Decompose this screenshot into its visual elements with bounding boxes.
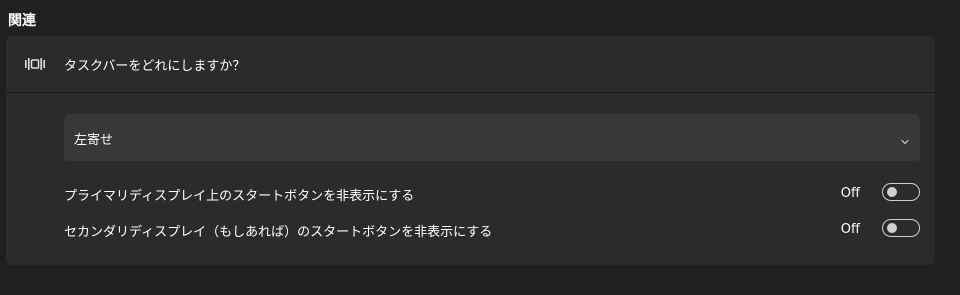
toggle-row-primary: プライマリディスプレイ上のスタートボタンを非表示にする Off — [64, 181, 920, 207]
alignment-dropdown[interactable]: 左寄せ — [64, 114, 920, 161]
card-header-label: タスクバーをどれにしますか？ — [64, 59, 246, 74]
chevron-down-icon — [900, 132, 910, 145]
toggle-state-secondary: Off — [840, 222, 860, 237]
toggle-knob — [887, 187, 897, 197]
hide-start-primary-toggle[interactable] — [882, 183, 920, 201]
toggle-row-secondary: セカンダリディスプレイ（もしあれば）のスタートボタンを非表示にする Off — [64, 217, 920, 243]
section-title: 関連 — [8, 13, 36, 29]
hide-start-secondary-toggle[interactable] — [882, 219, 920, 237]
dropdown-selected-value: 左寄せ — [74, 133, 114, 148]
toggle-label-secondary: セカンダリディスプレイ（もしあれば）のスタートボタンを非表示にする — [64, 225, 493, 240]
card-header[interactable]: タスクバーをどれにしますか？ — [6, 36, 935, 93]
taskbar-settings-card: タスクバーをどれにしますか？ 左寄せ プライマリディスプレイ上のスタートボタンを… — [6, 36, 935, 265]
toggle-label-primary: プライマリディスプレイ上のスタートボタンを非表示にする — [64, 189, 415, 204]
toggle-state-primary: Off — [840, 186, 860, 201]
toggle-knob — [887, 223, 897, 233]
taskbar-alignment-icon — [24, 54, 46, 74]
